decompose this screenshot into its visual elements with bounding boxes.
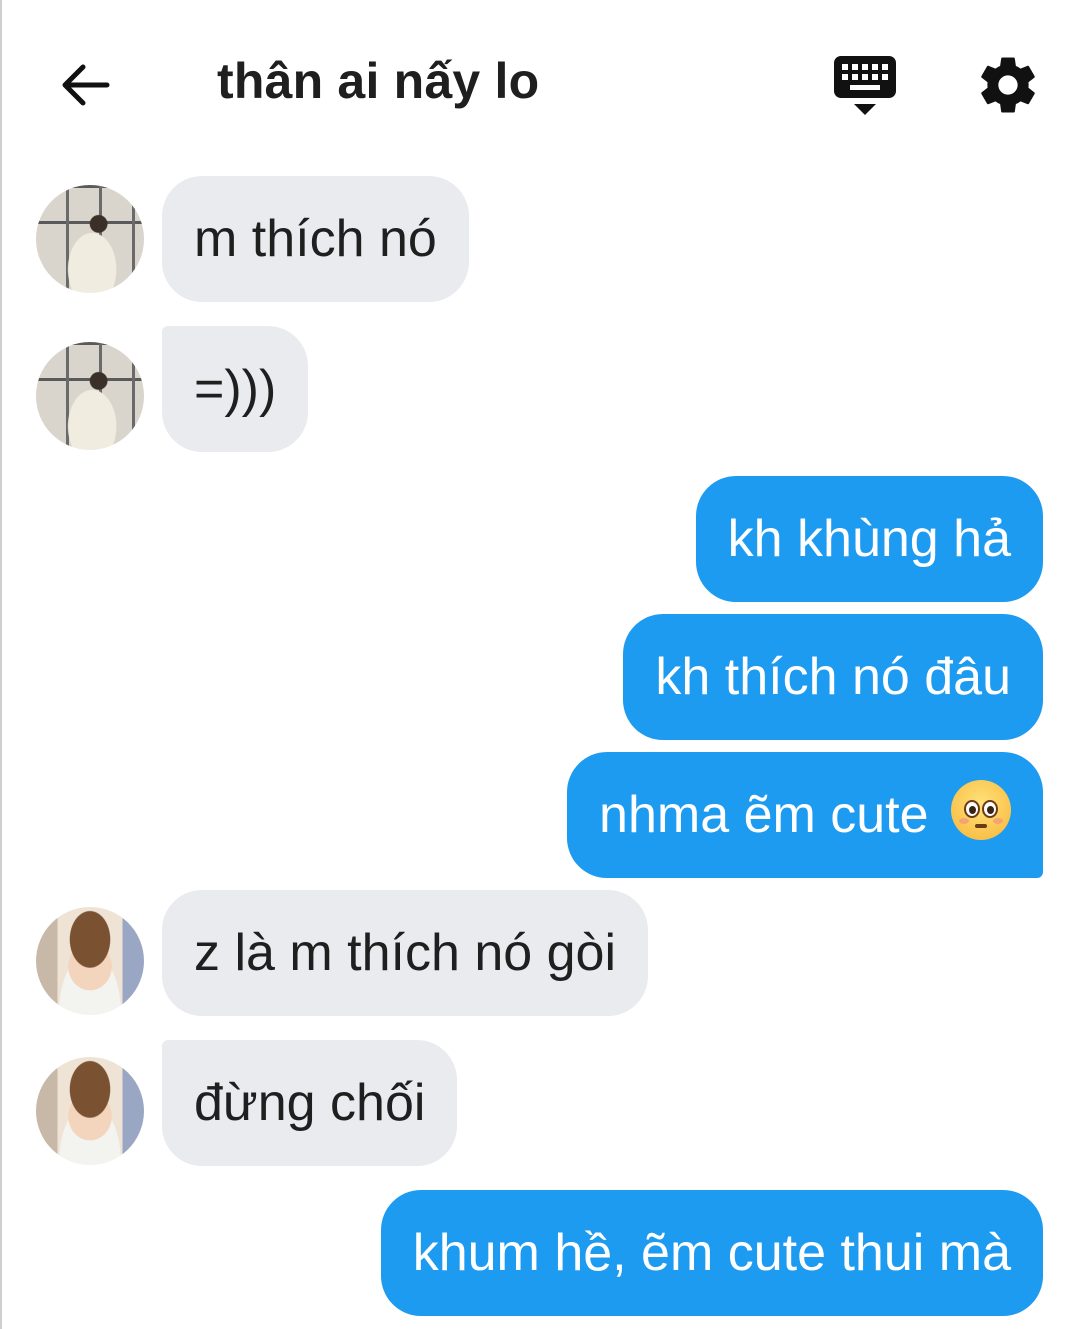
avatar[interactable] xyxy=(36,342,144,450)
message-bubble-incoming[interactable]: đừng chối xyxy=(162,1040,458,1166)
chat-header: thân ai nấy lo xyxy=(0,0,1080,165)
pleading-face-icon xyxy=(951,780,1011,840)
arrow-left-icon xyxy=(62,64,110,106)
message-bubble-outgoing[interactable]: khum hề, ẽm cute thui mà xyxy=(380,1190,1043,1316)
message-bubble-incoming[interactable]: m thích nó xyxy=(162,176,469,302)
message-text: =))) xyxy=(194,360,277,418)
message-text: m thích nó xyxy=(194,210,437,268)
message-bubble-incoming[interactable]: =))) xyxy=(162,326,309,452)
message-text: kh khùng hả xyxy=(727,510,1011,568)
keyboard-hide-icon xyxy=(834,56,896,115)
chat-title: thân ai nấy lo xyxy=(217,53,540,109)
left-edge-divider xyxy=(0,0,2,1329)
message-text: kh thích nó đâu xyxy=(655,648,1011,706)
message-bubble-incoming[interactable]: z là m thích nó gòi xyxy=(162,890,648,1016)
back-button[interactable] xyxy=(55,55,115,115)
avatar[interactable] xyxy=(36,907,144,1015)
message-text: z là m thích nó gòi xyxy=(194,924,616,982)
message-bubble-outgoing[interactable]: kh thích nó đâu xyxy=(623,614,1043,740)
message-text: khum hề, ẽm cute thui mà xyxy=(412,1224,1011,1282)
message-bubble-outgoing[interactable]: nhma ẽm cute xyxy=(567,752,1043,878)
avatar[interactable] xyxy=(36,185,144,293)
message-bubble-outgoing[interactable]: kh khùng hả xyxy=(695,476,1043,602)
message-text: nhma ẽm cute xyxy=(599,786,929,844)
message-text: đừng chối xyxy=(194,1074,426,1132)
keyboard-toggle-button[interactable] xyxy=(830,52,900,118)
avatar[interactable] xyxy=(36,1057,144,1165)
gear-icon xyxy=(981,57,1035,113)
settings-button[interactable] xyxy=(975,52,1041,118)
